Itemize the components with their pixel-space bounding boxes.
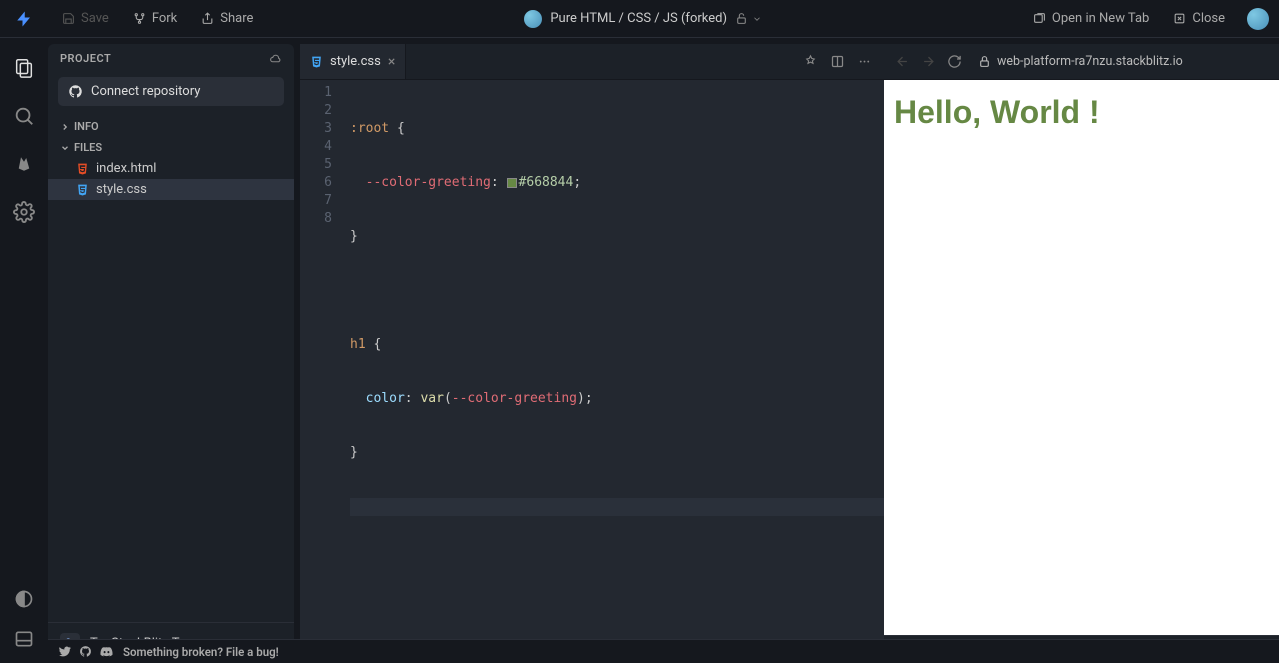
- explorer-icon[interactable]: [12, 56, 36, 80]
- avatar-icon: [524, 10, 542, 28]
- editor-tab-actions: [803, 54, 884, 69]
- lock-icon: [978, 55, 991, 68]
- visibility-toggle[interactable]: [735, 12, 762, 25]
- file-name: style.css: [96, 182, 147, 197]
- info-section[interactable]: INFO: [48, 116, 294, 137]
- code-content: :root { --color-greeting: #668844; } h1 …: [350, 80, 884, 663]
- preview-frame[interactable]: Hello, World !: [884, 80, 1279, 635]
- bug-report-link[interactable]: Something broken? File a bug!: [123, 645, 279, 659]
- activity-bar: [0, 38, 48, 663]
- save-button[interactable]: Save: [52, 7, 119, 30]
- more-icon[interactable]: [857, 54, 872, 69]
- url-text: web-platform-ra7nzu.stackblitz.io: [997, 54, 1183, 69]
- close-button[interactable]: Close: [1163, 7, 1235, 30]
- preview-heading: Hello, World !: [894, 94, 1269, 131]
- project-title: Pure HTML / CSS / JS (forked): [550, 11, 727, 26]
- fork-label: Fork: [152, 11, 177, 26]
- nav-back-icon[interactable]: [894, 54, 910, 69]
- preview-panel: web-platform-ra7nzu.stackblitz.io Hello,…: [884, 44, 1279, 663]
- open-tab-label: Open in New Tab: [1052, 11, 1149, 26]
- code-editor[interactable]: 1 2 3 4 5 6 7 8 :root { --color-greeting…: [300, 80, 884, 663]
- github-icon[interactable]: [79, 645, 92, 658]
- share-button[interactable]: Share: [191, 7, 263, 30]
- files-section[interactable]: FILES: [48, 137, 294, 158]
- theme-icon[interactable]: [12, 587, 36, 611]
- url-bar[interactable]: web-platform-ra7nzu.stackblitz.io: [972, 54, 1269, 69]
- panel-icon[interactable]: [12, 627, 36, 651]
- connect-repo-label: Connect repository: [91, 84, 200, 99]
- firebase-icon[interactable]: [12, 152, 36, 176]
- files-header-label: FILES: [74, 141, 102, 154]
- sidebar-project-header: PROJECT: [48, 44, 294, 73]
- file-name: index.html: [96, 161, 156, 176]
- file-item-index-html[interactable]: index.html: [48, 158, 294, 179]
- project-header-label: PROJECT: [60, 52, 111, 65]
- search-icon[interactable]: [12, 104, 36, 128]
- css-file-icon: [76, 183, 89, 196]
- tab-label: style.css: [330, 54, 381, 69]
- statusbar-social: [58, 645, 113, 658]
- statusbar: Something broken? File a bug!: [48, 639, 1279, 663]
- close-label: Close: [1192, 11, 1225, 26]
- tab-style-css[interactable]: style.css ×: [300, 44, 406, 79]
- split-pane-icon[interactable]: [830, 54, 845, 69]
- color-swatch: [507, 178, 517, 188]
- fork-button[interactable]: Fork: [123, 7, 187, 30]
- project-title-area[interactable]: Pure HTML / CSS / JS (forked): [263, 10, 1023, 28]
- editor-tabs: style.css ×: [300, 44, 884, 80]
- activity-bar-bottom: [12, 587, 36, 663]
- open-new-tab-button[interactable]: Open in New Tab: [1023, 7, 1159, 30]
- preview-toolbar: web-platform-ra7nzu.stackblitz.io: [884, 44, 1279, 80]
- user-avatar[interactable]: [1247, 8, 1269, 30]
- sidebar: PROJECT Connect repository INFO FILES in…: [48, 44, 294, 663]
- discord-icon[interactable]: [100, 645, 113, 658]
- tab-close-icon[interactable]: ×: [388, 54, 395, 70]
- file-item-style-css[interactable]: style.css: [48, 179, 294, 200]
- info-header-label: INFO: [74, 120, 99, 133]
- format-icon[interactable]: [803, 54, 818, 69]
- nav-forward-icon[interactable]: [920, 54, 936, 69]
- topbar-right: Open in New Tab Close: [1023, 7, 1269, 30]
- topbar: Save Fork Share Pure HTML / CSS / JS (fo…: [0, 0, 1279, 38]
- reload-icon[interactable]: [946, 54, 962, 69]
- line-gutter: 1 2 3 4 5 6 7 8: [300, 80, 350, 663]
- css-file-icon: [310, 55, 323, 68]
- html-file-icon: [76, 162, 89, 175]
- twitter-icon[interactable]: [58, 645, 71, 658]
- save-label: Save: [81, 11, 109, 26]
- cloud-icon[interactable]: [269, 52, 282, 65]
- settings-icon[interactable]: [12, 200, 36, 224]
- connect-repository-button[interactable]: Connect repository: [58, 77, 284, 106]
- editor-area: style.css × 1 2 3 4 5: [300, 44, 884, 663]
- bolt-icon[interactable]: [10, 5, 38, 33]
- main-layout: PROJECT Connect repository INFO FILES in…: [0, 38, 1279, 663]
- share-label: Share: [220, 11, 253, 26]
- topbar-left: Save Fork Share: [10, 5, 263, 33]
